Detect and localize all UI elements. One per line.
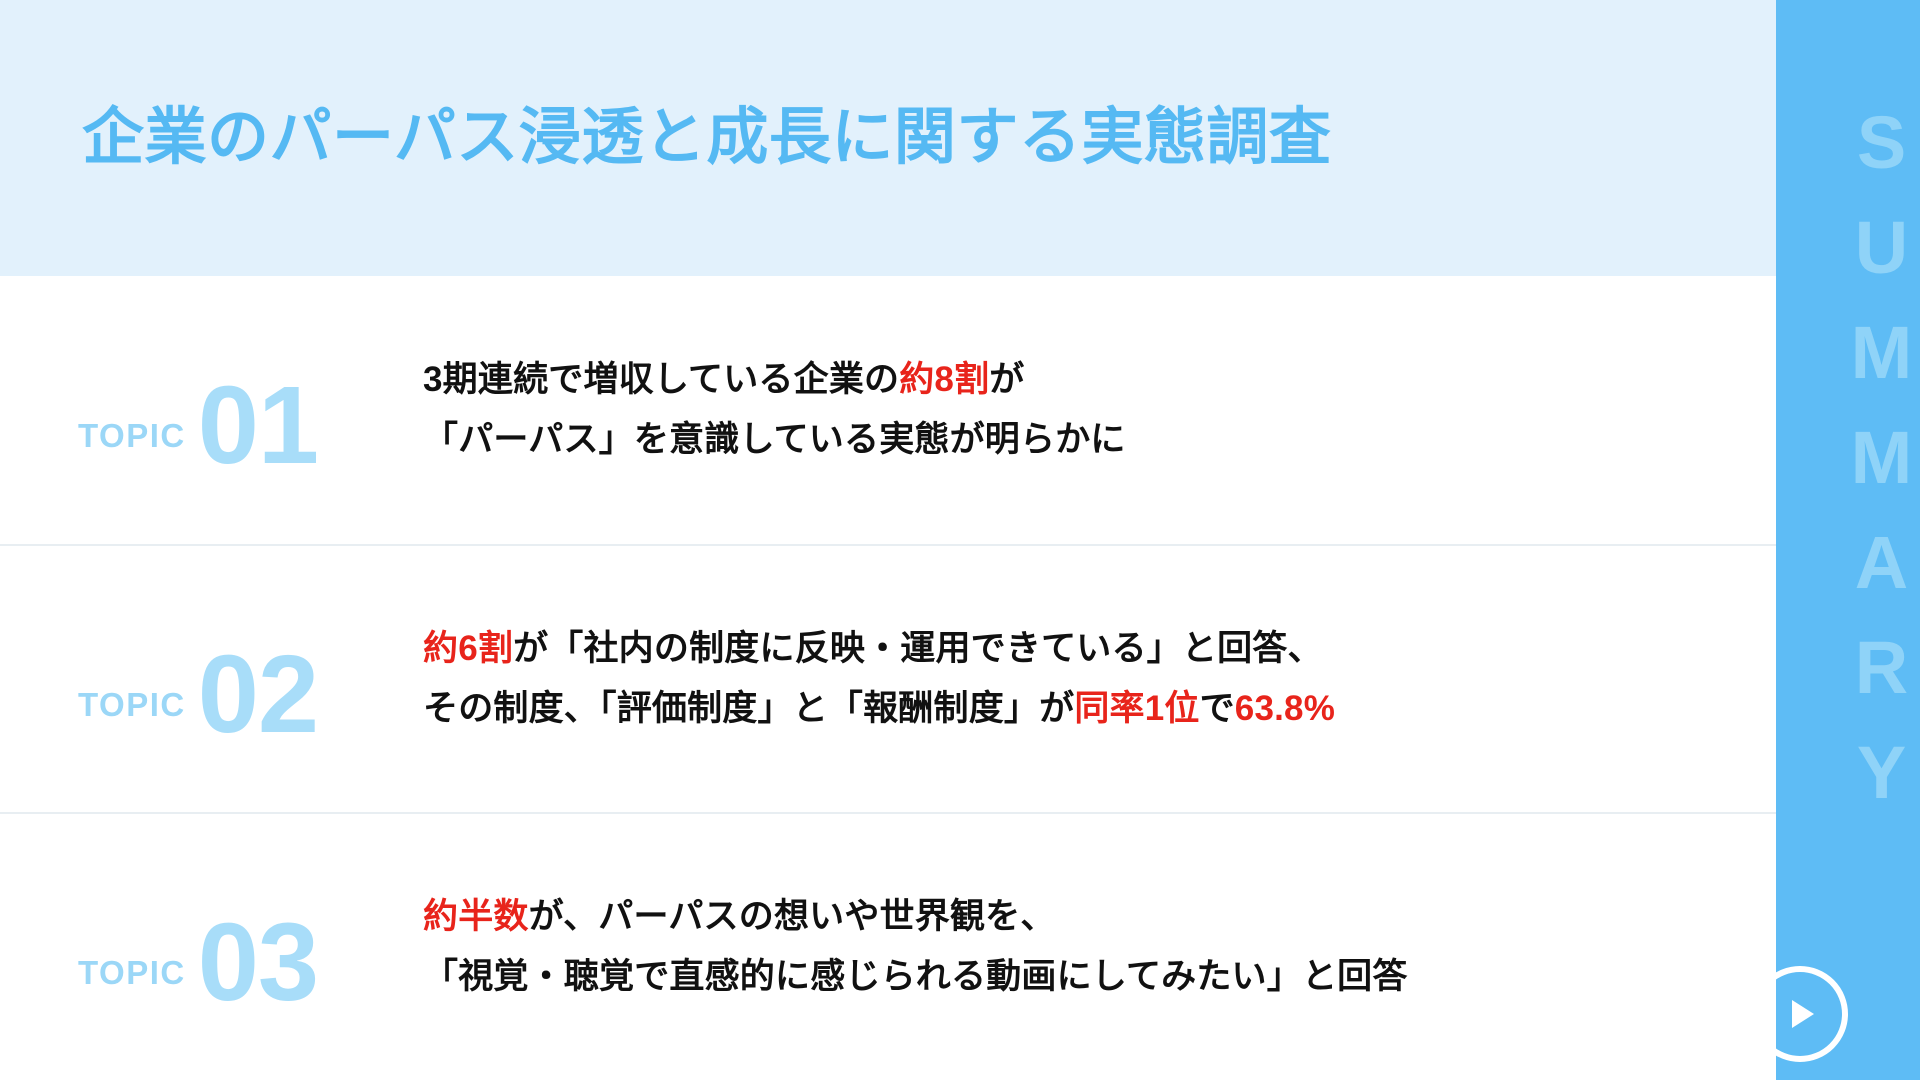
topic-text: 約6割が「社内の制度に反映・運用できている」と回答、 その制度、「評価制度」と「… bbox=[423, 619, 1776, 739]
topic-number: 02 bbox=[197, 633, 319, 756]
topic-label: TOPIC bbox=[78, 954, 186, 991]
topic-text-line: 約半数が、パーパスの想いや世界観を、 bbox=[423, 887, 1776, 947]
topic-row: TOPIC 01 3期連続で増収している企業の約8割が 「パーパス」を意識してい… bbox=[0, 276, 1776, 544]
body-text: が「社内の制度に反映・運用できている」と回答、 bbox=[513, 628, 1323, 668]
body-text: 「パーパス」を意識している実態が明らかに bbox=[423, 420, 1126, 459]
play-circle-icon bbox=[1776, 966, 1848, 1062]
body-text: が bbox=[989, 359, 1025, 399]
body-text: その制度、「評価制度」と「報酬制度」が bbox=[423, 689, 1075, 728]
topic-row: TOPIC 03 約半数が、パーパスの想いや世界観を、 「視覚・聴覚で直感的に感… bbox=[0, 812, 1776, 1080]
topic-text-line: 3期連続で増収している企業の約8割が bbox=[423, 350, 1776, 410]
topic-text: 約半数が、パーパスの想いや世界観を、 「視覚・聴覚で直感的に感じられる動画にして… bbox=[423, 887, 1776, 1007]
body-text: で bbox=[1199, 689, 1235, 728]
body-text: 3期連続で増収している企業の bbox=[423, 359, 900, 399]
topic-row: TOPIC 02 約6割が「社内の制度に反映・運用できている」と回答、 その制度… bbox=[0, 544, 1776, 812]
page-title: 企業のパーパス浸透と成長に関する実態調査 bbox=[82, 103, 1332, 173]
play-triangle-icon bbox=[1792, 1000, 1814, 1028]
topic-list: TOPIC 01 3期連続で増収している企業の約8割が 「パーパス」を意識してい… bbox=[0, 276, 1776, 1080]
topic-label: TOPIC bbox=[78, 686, 186, 723]
sidebar-label: SUMMARY bbox=[1840, 100, 1920, 836]
topic-number: 03 bbox=[197, 901, 319, 1024]
topic-badge: TOPIC 03 bbox=[78, 892, 423, 1018]
body-text: が、パーパスの想いや世界観を、 bbox=[528, 896, 1056, 936]
highlight-text: 同率1位 bbox=[1074, 689, 1200, 728]
body-text: 「視覚・聴覚で直感的に感じられる動画にしてみたい」と回答 bbox=[423, 957, 1408, 996]
highlight-text: 約6割 bbox=[423, 628, 514, 668]
topic-text-line: 約6割が「社内の制度に反映・運用できている」と回答、 bbox=[423, 619, 1776, 679]
topic-text-line: その制度、「評価制度」と「報酬制度」が同率1位で63.8% bbox=[423, 679, 1776, 739]
summary-sidebar: SUMMARY bbox=[1776, 0, 1920, 1080]
header-band: 企業のパーパス浸透と成長に関する実態調査 bbox=[0, 0, 1776, 276]
topic-label: TOPIC bbox=[78, 417, 186, 454]
highlight-text: 63.8% bbox=[1234, 689, 1336, 728]
topic-badge: TOPIC 01 bbox=[78, 355, 423, 481]
highlight-text: 約8割 bbox=[899, 359, 990, 399]
topic-text-line: 「パーパス」を意識している実態が明らかに bbox=[423, 410, 1776, 470]
topic-text: 3期連続で増収している企業の約8割が 「パーパス」を意識している実態が明らかに bbox=[423, 350, 1776, 470]
topic-text-line: 「視覚・聴覚で直感的に感じられる動画にしてみたい」と回答 bbox=[423, 947, 1776, 1007]
topic-number: 01 bbox=[197, 364, 319, 487]
summary-slide: 企業のパーパス浸透と成長に関する実態調査 TOPIC 01 3期連続で増収してい… bbox=[0, 0, 1920, 1080]
highlight-text: 約半数 bbox=[423, 896, 529, 936]
topic-badge: TOPIC 02 bbox=[78, 624, 423, 750]
